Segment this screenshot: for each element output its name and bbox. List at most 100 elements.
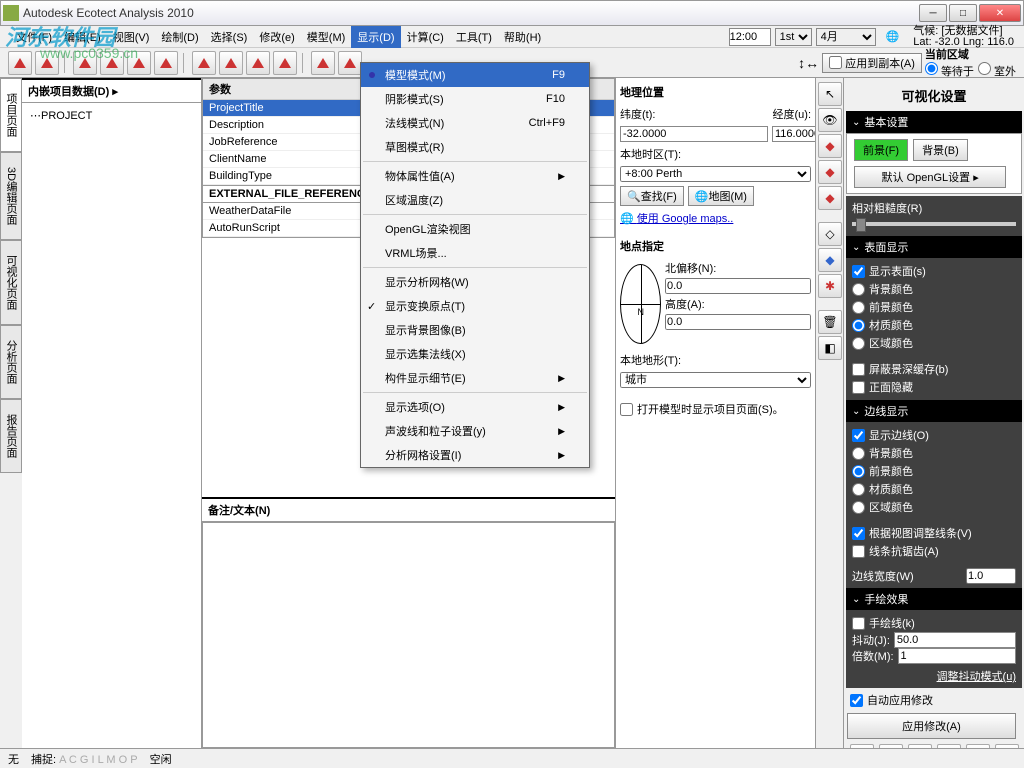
vis-s2[interactable]: 表面显示 xyxy=(846,236,1022,258)
tab-3d[interactable]: 3D编辑页面 xyxy=(0,152,22,240)
tz-select[interactable]: +8:00 Perth xyxy=(620,166,811,182)
side-tabs: 项目页面 3D编辑页面 可视化页面 分析页面 报告页面 xyxy=(0,78,22,748)
alt-input[interactable] xyxy=(665,314,811,330)
tab-project[interactable]: 项目页面 xyxy=(0,78,22,152)
vtool-cursor[interactable]: ↖ xyxy=(818,82,842,106)
jitter-input[interactable] xyxy=(894,632,1016,648)
north-input[interactable] xyxy=(665,278,811,294)
watermark-url: www.pc0359.cn xyxy=(40,45,138,61)
vtool-5[interactable]: ◆ xyxy=(818,186,842,210)
auto-apply-check[interactable]: 自动应用修改 xyxy=(846,688,1022,712)
vtool-4[interactable]: ◆ xyxy=(818,160,842,184)
tool-10[interactable] xyxy=(273,51,297,75)
bg-button[interactable]: 背景(B) xyxy=(913,139,968,161)
vertical-toolbar: ↖ 👁 ◆ ◆ ◆ ◇ ◆ ✱ 🗑 ◧ xyxy=(816,78,844,748)
menu-select[interactable]: 选择(S) xyxy=(205,26,254,48)
vtool-3[interactable]: ◆ xyxy=(818,134,842,158)
tool-6[interactable] xyxy=(154,51,178,75)
menu-item[interactable]: 阴影模式(S)F10 xyxy=(361,87,589,111)
vtool-6[interactable]: ◇ xyxy=(818,222,842,246)
vis-s4[interactable]: 手绘效果 xyxy=(846,588,1022,610)
vis-title: 可视化设置 xyxy=(846,80,1022,111)
tab-analysis[interactable]: 分析页面 xyxy=(0,325,22,399)
copy-button[interactable]: 应用到副本(A) xyxy=(822,53,922,73)
tool-8[interactable] xyxy=(219,51,243,75)
vtool-10[interactable]: ◧ xyxy=(818,336,842,360)
day-select[interactable]: 1st xyxy=(775,28,812,46)
window-title: Autodesk Ecotect Analysis 2010 xyxy=(23,6,919,20)
menu-help[interactable]: 帮助(H) xyxy=(498,26,547,48)
terrain-select[interactable]: 城市 xyxy=(620,372,811,388)
menu-item[interactable]: ✓显示变换原点(T) xyxy=(361,294,589,318)
app-icon xyxy=(3,5,19,21)
roughness-slider[interactable] xyxy=(852,222,1016,226)
menu-calc[interactable]: 计算(C) xyxy=(401,26,450,48)
tree-root[interactable]: ⋯PROJECT xyxy=(26,107,197,124)
zone-group: 当前区域 等待于 室外 xyxy=(925,46,1016,79)
tool-11[interactable] xyxy=(311,51,335,75)
mult-input[interactable] xyxy=(898,648,1016,664)
menu-item[interactable]: 显示选集法线(X) xyxy=(361,342,589,366)
globe-icon: 🌐 xyxy=(880,27,906,46)
menu-item[interactable]: 物体属性值(A)▶ xyxy=(361,164,589,188)
google-link[interactable]: 🌐 使用 Google maps.. xyxy=(620,210,811,226)
menu-item[interactable]: 分析网格设置(I)▶ xyxy=(361,443,589,467)
search-button[interactable]: 🔍查找(F) xyxy=(620,186,684,206)
close-button[interactable]: ✕ xyxy=(979,4,1021,22)
menu-display[interactable]: 显示(D) xyxy=(351,26,400,48)
menu-item[interactable]: 草图模式(R) xyxy=(361,135,589,159)
vis-s1[interactable]: 基本设置 xyxy=(846,111,1022,133)
tool-7[interactable] xyxy=(192,51,216,75)
menu-item[interactable]: 区域温度(Z) xyxy=(361,188,589,212)
lng-input[interactable] xyxy=(772,126,816,142)
left-panel: 内嵌项目数据(D) ▸ ⋯PROJECT xyxy=(22,78,202,748)
default-gl-button[interactable]: 默认 OpenGL设置 ▸ xyxy=(854,166,1006,188)
tool-1[interactable] xyxy=(8,51,32,75)
month-select[interactable]: 4月 xyxy=(816,28,876,46)
menu-tools[interactable]: 工具(T) xyxy=(450,26,498,48)
left-header: 内嵌项目数据(D) ▸ xyxy=(22,78,201,103)
climate-info: 气候: [无数据文件] Lat: -32.0 Lng: 116.0 xyxy=(909,26,1018,48)
tree[interactable]: ⋯PROJECT xyxy=(22,103,201,748)
lat-input[interactable] xyxy=(620,126,768,142)
minimize-button[interactable]: ─ xyxy=(919,4,947,22)
menu-bar: 文件(F) 编辑(E) 视图(V) 绘制(D) 选择(S) 修改(e) 模型(M… xyxy=(0,26,1024,48)
tool-12[interactable] xyxy=(338,51,362,75)
title-bar: Autodesk Ecotect Analysis 2010 ─ □ ✕ xyxy=(0,0,1024,26)
tab-vis[interactable]: 可视化页面 xyxy=(0,240,22,325)
menu-item[interactable]: 声波线和粒子设置(y)▶ xyxy=(361,419,589,443)
menu-item[interactable]: 显示分析网格(W) xyxy=(361,270,589,294)
menu-item[interactable]: OpenGL渲染视图 xyxy=(361,217,589,241)
menu-item[interactable]: 构件显示细节(E)▶ xyxy=(361,366,589,390)
compass-icon[interactable]: N xyxy=(620,264,661,344)
menu-draw[interactable]: 绘制(D) xyxy=(155,26,204,48)
open-check[interactable]: 打开模型时显示项目页面(S)。 xyxy=(620,400,811,418)
maximize-button[interactable]: □ xyxy=(949,4,977,22)
tab-report[interactable]: 报告页面 xyxy=(0,399,22,473)
menu-item[interactable]: 显示选项(O)▶ xyxy=(361,395,589,419)
vis-s3[interactable]: 边线显示 xyxy=(846,400,1022,422)
menu-item[interactable]: 显示背景图像(B) xyxy=(361,318,589,342)
display-dropdown: 模型模式(M)F9阴影模式(S)F10法线模式(N)Ctrl+F9草图模式(R)… xyxy=(360,62,590,468)
vtool-eye[interactable]: 👁 xyxy=(818,108,842,132)
menu-item[interactable]: VRML场景... xyxy=(361,241,589,265)
menu-model[interactable]: 模型(M) xyxy=(301,26,352,48)
menu-modify[interactable]: 修改(e) xyxy=(253,26,300,48)
notes-textarea[interactable] xyxy=(202,522,615,748)
edge-width-input[interactable] xyxy=(966,568,1016,584)
geo-panel: 地理位置 纬度(t): 经度(u): 本地时区(T): +8:00 Perth … xyxy=(616,78,816,748)
vis-panel: 可视化设置 基本设置 前景(F) 背景(B) 默认 OpenGL设置 ▸ 相对粗… xyxy=(844,78,1024,748)
geo-title: 地理位置 xyxy=(620,82,811,102)
apply-button[interactable]: 应用修改(A) xyxy=(847,713,1016,739)
notes-header: 备注/文本(N) xyxy=(202,497,615,522)
axis-icon: ↕↔ xyxy=(798,55,819,71)
vtool-trash[interactable]: 🗑 xyxy=(818,310,842,334)
menu-item[interactable]: 模型模式(M)F9 xyxy=(361,63,589,87)
vtool-8[interactable]: ✱ xyxy=(818,274,842,298)
tool-9[interactable] xyxy=(246,51,270,75)
vtool-7[interactable]: ◆ xyxy=(818,248,842,272)
fg-button[interactable]: 前景(F) xyxy=(854,139,908,161)
menu-item[interactable]: 法线模式(N)Ctrl+F9 xyxy=(361,111,589,135)
time-input[interactable] xyxy=(729,28,771,46)
map-button[interactable]: 🌐地图(M) xyxy=(688,186,754,206)
